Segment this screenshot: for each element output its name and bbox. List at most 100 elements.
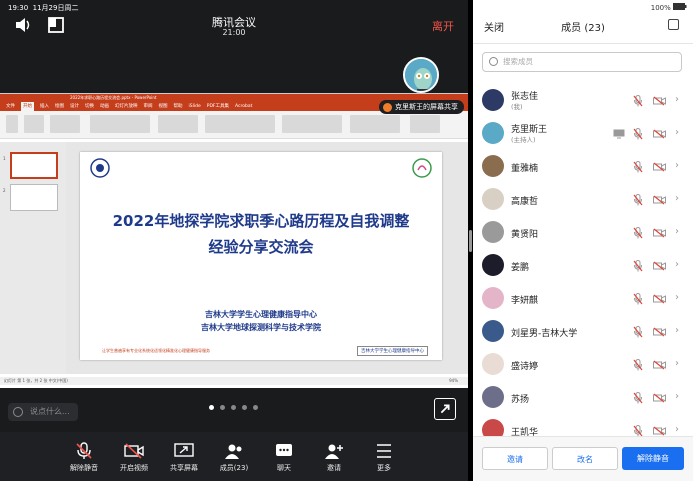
member-name: 盛诗婷: [511, 362, 539, 372]
chevron-right-icon[interactable]: ›: [675, 292, 679, 303]
member-name: 高康哲: [511, 197, 539, 207]
camera-off-icon[interactable]: [653, 360, 666, 370]
page-dot[interactable]: [209, 405, 214, 410]
member-row[interactable]: 李妍麒 ›: [473, 284, 693, 317]
members-button[interactable]: 成员(23): [209, 432, 259, 481]
ppt-tab: 设计: [70, 104, 79, 109]
member-avatar: [482, 155, 504, 177]
camera-off-icon[interactable]: [653, 129, 666, 139]
chevron-right-icon[interactable]: ›: [675, 160, 679, 171]
ppt-tab: 开始: [21, 102, 34, 111]
member-row[interactable]: 黄贤阳 ›: [473, 218, 693, 251]
camera-off-icon[interactable]: [653, 294, 666, 304]
start-video-button[interactable]: 开启视频: [109, 432, 159, 481]
chevron-right-icon[interactable]: ›: [675, 127, 679, 138]
camera-off-icon[interactable]: [653, 195, 666, 205]
mic-muted-icon[interactable]: [633, 392, 643, 404]
slide-thumbnail-1[interactable]: [10, 152, 58, 179]
ppt-tab: 文件: [6, 104, 15, 109]
chevron-right-icon[interactable]: ›: [675, 424, 679, 435]
battery-icon: [673, 3, 687, 10]
unmute-button[interactable]: 解除静音: [59, 432, 109, 481]
more-button[interactable]: 更多: [359, 432, 409, 481]
rename-button[interactable]: 改名: [552, 447, 618, 470]
chevron-right-icon[interactable]: ›: [675, 226, 679, 237]
mic-muted-icon[interactable]: [633, 326, 643, 338]
toolbar-label: 开启视频: [120, 464, 148, 472]
slide-org-2: 吉林大学地球探测科学与技术学院: [201, 323, 321, 332]
mic-muted-icon[interactable]: [633, 260, 643, 272]
page-dot[interactable]: [231, 405, 236, 410]
members-footer: 邀请 改名 解除静音: [473, 436, 693, 481]
camera-off-icon[interactable]: [653, 162, 666, 172]
member-row[interactable]: 盛诗婷 ›: [473, 350, 693, 383]
chevron-right-icon[interactable]: ›: [675, 358, 679, 369]
screen-share-label: 克里斯王的屏幕共享: [395, 103, 458, 111]
camera-off-icon[interactable]: [653, 261, 666, 271]
members-list: 张志佳 (我) › 克里斯王 (主持人) › 董雅楠 › 高康哲 › 黄贤阳 › 姜鹏 › 李妍麒 › 刘星男-…: [473, 86, 693, 436]
divider-handle[interactable]: [469, 230, 472, 252]
squidward-avatar-icon: [405, 59, 437, 91]
camera-off-icon[interactable]: [653, 228, 666, 238]
member-row[interactable]: 姜鹏 ›: [473, 251, 693, 284]
chat-input[interactable]: 说点什么...: [8, 403, 78, 421]
status-battery: 100%: [651, 3, 687, 12]
chevron-right-icon[interactable]: ›: [675, 94, 679, 105]
chevron-right-icon[interactable]: ›: [675, 193, 679, 204]
ppt-tab: 审阅: [143, 104, 153, 109]
camera-off-icon: [124, 443, 144, 459]
mic-muted-icon[interactable]: [633, 425, 643, 436]
share-screen-button[interactable]: 共享屏幕: [159, 432, 209, 481]
member-row[interactable]: 克里斯王 (主持人) ›: [473, 119, 693, 152]
member-row[interactable]: 王凯华 ›: [473, 416, 693, 436]
mic-muted-icon[interactable]: [633, 359, 643, 371]
toolbar-label: 成员(23): [219, 464, 249, 472]
camera-off-icon[interactable]: [653, 393, 666, 403]
emoji-icon[interactable]: [13, 407, 23, 417]
member-row[interactable]: 高康哲 ›: [473, 185, 693, 218]
chat-button[interactable]: 聊天: [259, 432, 309, 481]
slide-footer-slogan: 让学生普遍享有专业化系统化适领化精准化心理健康指导服务: [102, 348, 210, 353]
psychology-center-logo-icon: [412, 158, 432, 178]
popout-icon[interactable]: [668, 19, 679, 30]
mic-muted-icon[interactable]: [633, 95, 643, 107]
slide-thumbnail-2[interactable]: [10, 184, 58, 211]
member-row[interactable]: 董雅楠 ›: [473, 152, 693, 185]
slide-footer-org: 吉林大学学生心理健康指导中心: [357, 346, 428, 356]
camera-off-icon[interactable]: [653, 426, 666, 436]
chevron-right-icon[interactable]: ›: [675, 259, 679, 270]
page-dot[interactable]: [220, 405, 225, 410]
ppt-tab: Acrobat: [235, 104, 253, 109]
chevron-right-icon[interactable]: ›: [675, 325, 679, 336]
invite-icon: [325, 444, 343, 459]
page-dot[interactable]: [242, 405, 247, 410]
camera-off-icon[interactable]: [653, 96, 666, 106]
ppt-tab: 帮助: [173, 104, 183, 109]
invite-member-button[interactable]: 邀请: [482, 447, 548, 470]
slide-title-line1: 2022年地探学院求职季心路历程及自我调整: [112, 212, 410, 230]
mic-muted-icon[interactable]: [633, 227, 643, 239]
member-row[interactable]: 张志佳 (我) ›: [473, 86, 693, 119]
camera-off-icon[interactable]: [653, 327, 666, 337]
mic-muted-icon[interactable]: [633, 194, 643, 206]
fullscreen-icon[interactable]: [434, 398, 456, 420]
member-search-input[interactable]: 搜索成员: [482, 52, 682, 72]
member-avatar: [482, 320, 504, 342]
member-row[interactable]: 刘星男-吉林大学 ›: [473, 317, 693, 350]
chevron-right-icon[interactable]: ›: [675, 391, 679, 402]
toolbar-label: 更多: [377, 464, 391, 472]
page-dot[interactable]: [253, 405, 258, 410]
members-panel: 100% 关闭 成员 (23) 搜索成员 张志佳 (我) › 克里斯王 (主持人) › 董雅…: [473, 0, 693, 481]
battery-text: 100%: [650, 4, 671, 12]
mic-muted-icon[interactable]: [633, 161, 643, 173]
mic-muted-icon[interactable]: [633, 293, 643, 305]
toolbar-label: 共享屏幕: [170, 464, 198, 472]
mic-muted-icon[interactable]: [633, 128, 643, 140]
page-indicator[interactable]: [209, 405, 258, 410]
host-video-avatar[interactable]: [403, 57, 439, 93]
search-icon: [489, 57, 498, 66]
member-row[interactable]: 苏扬 ›: [473, 383, 693, 416]
leave-button[interactable]: 离开: [432, 18, 454, 34]
unmute-all-button[interactable]: 解除静音: [622, 447, 684, 470]
invite-button[interactable]: 邀请: [309, 432, 359, 481]
